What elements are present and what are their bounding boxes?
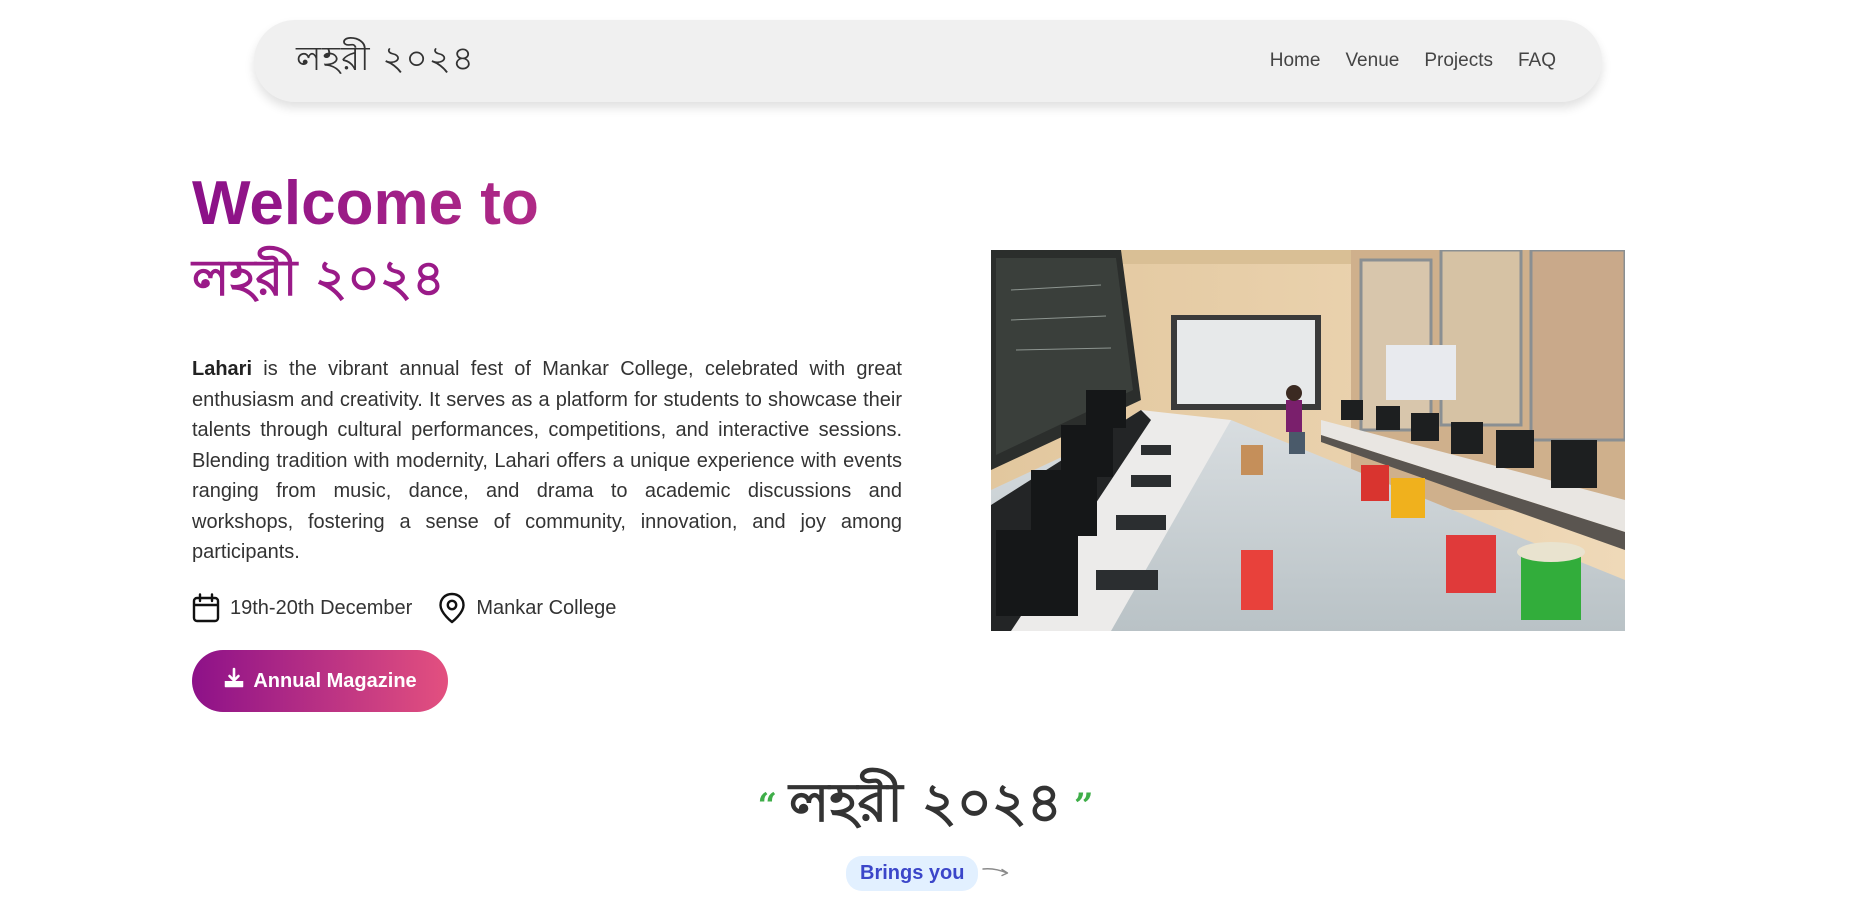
event-date: 19th-20th December (192, 593, 412, 623)
event-venue-text: Mankar College (476, 596, 617, 619)
navbar: লহরী ২০২৪ Home Venue Projects FAQ (254, 20, 1602, 102)
close-quote-mark: ” (1073, 786, 1094, 826)
description-highlight: Lahari (192, 358, 253, 380)
nav-link-venue[interactable]: Venue (1345, 50, 1399, 72)
brings-you-badge: Brings you (846, 856, 979, 891)
description-text: is the vibrant annual fest of Mankar Col… (192, 358, 902, 563)
brings-you-row: Brings you (846, 856, 1010, 891)
annual-magazine-label: Annual Magazine (253, 669, 417, 692)
hero-description: Lahari is the vibrant annual fest of Man… (192, 354, 902, 568)
event-date-text: 19th-20th December (230, 596, 413, 619)
event-meta: 19th-20th December Mankar College (192, 592, 616, 624)
nav-link-home[interactable]: Home (1270, 50, 1321, 72)
tagline-heading: “ লহরী ২০২৪ ” (757, 760, 1093, 844)
hero-title: Welcome to (192, 169, 539, 238)
download-icon (223, 667, 245, 695)
page: লহরী ২০২৪ Home Venue Projects FAQ Welcom… (0, 0, 1851, 921)
computer-lab-photo (991, 250, 1625, 631)
calendar-icon (192, 593, 220, 623)
nav-link-faq[interactable]: FAQ (1518, 50, 1556, 72)
nav-links: Home Venue Projects FAQ (1270, 50, 1556, 72)
open-quote-mark: “ (757, 786, 778, 826)
annual-magazine-button[interactable]: Annual Magazine (192, 650, 448, 712)
tagline-text: লহরী ২০২৪ (789, 770, 1062, 834)
tagline-section: “ লহরী ২০২৪ ” (0, 760, 1851, 844)
brand-logo[interactable]: লহরী ২০২৪ (296, 33, 475, 90)
arrow-right-icon (982, 864, 1010, 883)
map-pin-icon (438, 592, 466, 624)
nav-link-projects[interactable]: Projects (1424, 50, 1493, 72)
hero-subtitle: লহরী ২০২৪ (192, 248, 445, 307)
hero-photo (991, 250, 1625, 631)
event-venue: Mankar College (438, 592, 616, 624)
